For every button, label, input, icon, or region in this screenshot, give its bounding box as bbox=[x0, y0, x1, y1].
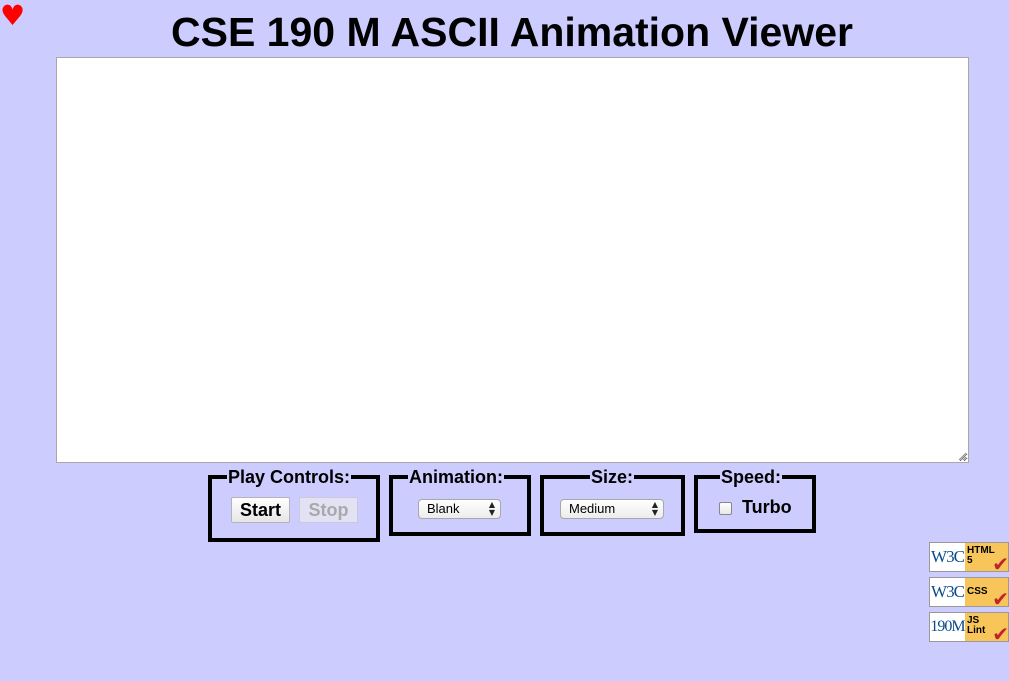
size-legend: Size: bbox=[591, 467, 634, 487]
resize-grip-icon[interactable] bbox=[957, 451, 967, 461]
checkmark-icon: ✔ bbox=[992, 552, 1009, 572]
animation-select[interactable]: Blank ▲ ▼ bbox=[418, 499, 501, 519]
turbo-label[interactable]: Turbo bbox=[742, 498, 792, 516]
badge-left-text: 190M bbox=[930, 613, 966, 641]
w3c-css-badge[interactable]: W3C CSS ✔ bbox=[929, 577, 1009, 607]
animation-legend: Animation: bbox=[409, 467, 503, 487]
play-controls-legend: Play Controls: bbox=[228, 467, 351, 487]
page-title: CSE 190 M ASCII Animation Viewer bbox=[170, 9, 853, 55]
size-select[interactable]: Medium ▲ ▼ bbox=[560, 499, 664, 519]
w3c-html5-badge[interactable]: W3C HTML 5 ✔ bbox=[929, 542, 1009, 572]
select-arrows-icon: ▲ ▼ bbox=[651, 500, 658, 517]
animation-select-value: Blank bbox=[427, 501, 460, 516]
checkmark-icon: ✔ bbox=[992, 622, 1009, 642]
jslint-badge[interactable]: 190M JS Lint ✔ bbox=[929, 612, 1009, 642]
select-arrows-icon: ▲ ▼ bbox=[488, 500, 495, 517]
checkmark-icon: ✔ bbox=[992, 587, 1009, 607]
turbo-checkbox[interactable] bbox=[719, 502, 732, 515]
animation-output-textarea[interactable] bbox=[56, 57, 969, 463]
stop-button[interactable]: Stop bbox=[299, 497, 358, 523]
badge-left-text: W3C bbox=[930, 543, 965, 571]
speed-legend: Speed: bbox=[721, 467, 782, 487]
badge-left-text: W3C bbox=[930, 578, 965, 606]
size-select-value: Medium bbox=[569, 501, 616, 516]
start-button[interactable]: Start bbox=[231, 497, 290, 523]
